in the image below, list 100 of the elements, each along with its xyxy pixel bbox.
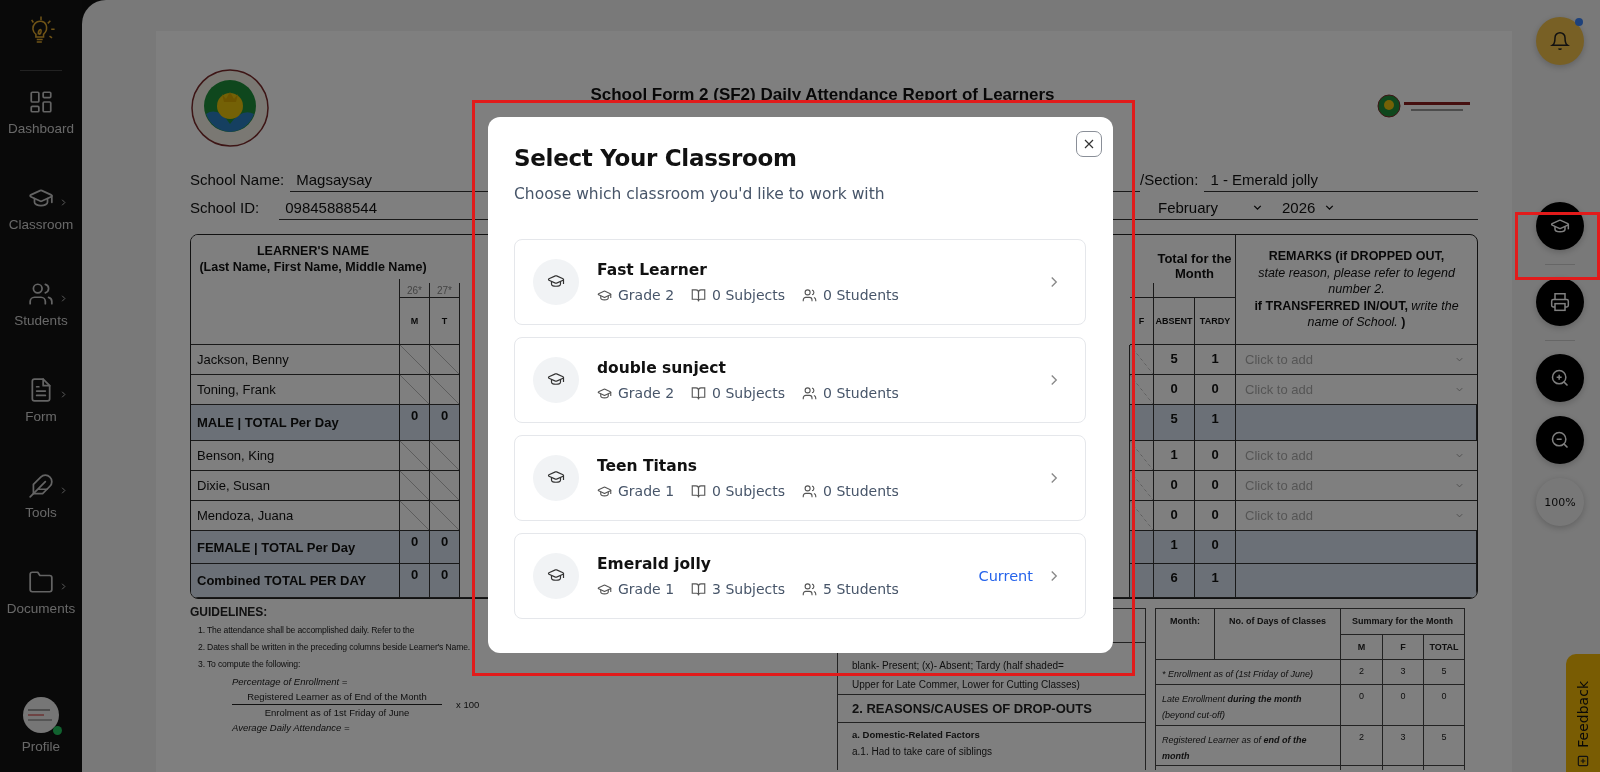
dialog-subtitle: Choose which classroom you'd like to work with	[514, 185, 886, 203]
students-count: 0 Students	[823, 287, 899, 303]
table-cell: 5	[1441, 666, 1447, 676]
feedback-tab[interactable]: Feedback	[1566, 654, 1600, 772]
print-button[interactable]	[1536, 278, 1584, 326]
total-count: 0	[440, 408, 449, 423]
absent-count: 1	[1170, 447, 1178, 462]
notification-button[interactable]	[1536, 17, 1584, 65]
absent-count: 0	[1170, 507, 1178, 522]
classroom-name: Teen Titans	[597, 457, 698, 475]
classroom-button[interactable]	[1536, 202, 1584, 250]
field-label: /Section:	[1140, 171, 1199, 190]
column-header: Summary for the Month	[1352, 616, 1453, 626]
learner-name: Dixie, Susan	[197, 478, 270, 493]
column-header: ABSENT	[1155, 316, 1193, 326]
classroom-card[interactable]: Emerald jolly Grade 1 3 Subjects 5 Students Current	[514, 533, 1086, 619]
learner-name: Mendoza, Juana	[197, 508, 294, 523]
classroom-card[interactable]: Fast Learner Grade 2 0 Subjects 0 Students	[514, 239, 1086, 325]
avatar	[23, 697, 59, 733]
tardy-count: 1	[1211, 411, 1219, 426]
table-cell: 3	[1400, 666, 1406, 676]
month-select[interactable]: February	[1148, 199, 1272, 219]
sidebar-icon	[28, 89, 54, 115]
fraction-numerator: Registered Learner as of End of the Month	[232, 691, 442, 705]
sidebar-item[interactable]: Form	[25, 369, 57, 465]
tardy-count: 1	[1211, 570, 1219, 585]
users-icon	[802, 581, 818, 597]
summary-label: Late Enrollment during the month (beyond cut-off)	[1162, 693, 1303, 722]
absent-count: 0	[1170, 381, 1178, 396]
guideline-text: 3. To compute the following:	[198, 659, 302, 669]
factor-item: a.1. Had to take care of siblings	[852, 746, 994, 757]
weekday-label: F	[1138, 316, 1145, 326]
field-label: School ID:	[190, 199, 260, 218]
total-count: 0	[410, 534, 419, 549]
column-header: TARDY	[1199, 316, 1231, 326]
subjects-count: 3 Subjects	[712, 581, 786, 597]
tardy-count: 0	[1211, 507, 1219, 522]
table-cell: 0	[1441, 691, 1447, 701]
graduation-cap-icon	[533, 259, 579, 305]
column-header: No. of Days of Classes	[1229, 616, 1326, 626]
section-title: 2. REASONS/CAUSES OF DROP-OUTS	[838, 694, 1145, 723]
book-icon	[691, 581, 707, 597]
total-count: 0	[440, 534, 449, 549]
total-count: 0	[440, 567, 449, 582]
classroom-card[interactable]: double sunject Grade 2 0 Subjects 0 Students	[514, 337, 1086, 423]
students-count: 0 Students	[823, 483, 899, 499]
legend-text: Upper for Late Commer, Lower for Cutting Classes)	[852, 678, 1081, 692]
profile-link[interactable]: Profile	[21, 697, 61, 754]
sidebar-item[interactable]: Documents	[6, 561, 76, 657]
current-label: Current	[978, 568, 1033, 584]
guideline-text: 2. Dates shall be written in the preceding columns beside Learner's Name.	[198, 642, 472, 652]
students-count: 5 Students	[823, 581, 899, 597]
grade-label: Grade 1	[618, 483, 675, 499]
formula-label: Average Daily Attendance =	[232, 722, 351, 733]
table-cell: 2	[1359, 732, 1364, 742]
users-icon	[802, 483, 818, 499]
close-button[interactable]	[1076, 131, 1102, 157]
zoom-out-button[interactable]	[1536, 416, 1584, 464]
zoom-out-icon	[1550, 430, 1570, 450]
classroom-card[interactable]: Teen Titans Grade 1 0 Subjects 0 Students	[514, 435, 1086, 521]
graduation-cap-icon	[597, 385, 612, 401]
legend-text: blank- Present; (x)- Absent; Tardy (half shaded=	[852, 659, 1065, 673]
formula-label: Percentage of Enrollment =	[232, 676, 349, 687]
absent-count: 5	[1170, 411, 1178, 426]
sidebar-item[interactable]: Dashboard	[7, 81, 74, 177]
classroom-name: Emerald jolly	[597, 555, 712, 573]
sidebar-item[interactable]: Students	[14, 273, 68, 369]
absent-count: 0	[1170, 477, 1178, 492]
date-label: 26*	[407, 284, 422, 296]
year-select[interactable]: 2026	[1272, 199, 1345, 219]
grade-label: Grade 1	[618, 581, 675, 597]
bell-icon	[1550, 31, 1570, 51]
table-cell: 5	[1441, 732, 1447, 742]
learner-name: Toning, Frank	[197, 382, 276, 397]
column-header: M	[1357, 642, 1366, 652]
sidebar-icon	[28, 377, 54, 403]
zoom-in-button[interactable]	[1536, 354, 1584, 402]
table-cell: 3	[1400, 732, 1406, 742]
multiplier-text: x 100	[456, 699, 480, 710]
zoom-level-button[interactable]: 100%	[1536, 478, 1584, 526]
dialog-title: Select Your Classroom	[514, 145, 798, 171]
sidebar-item[interactable]: Tools	[25, 465, 57, 561]
sidebar-icon	[28, 473, 54, 499]
learner-name: Benson, King	[197, 448, 275, 463]
total-count: 0	[410, 567, 419, 582]
column-header: REMARKS (if DROPPED OUT, state reason, please refer to legend number 2. if TRANSFERRED IN/OUT, write the name of School. )	[1254, 248, 1459, 331]
book-icon	[691, 287, 707, 303]
tardy-count: 0	[1211, 537, 1219, 552]
tardy-count: 0	[1211, 381, 1219, 396]
graduation-cap-icon	[533, 455, 579, 501]
fraction-denominator: Enrolment as of 1st Friday of June	[264, 706, 410, 718]
users-icon	[802, 385, 818, 401]
factor-title: a. Domestic-Related Factors	[852, 729, 981, 740]
students-count: 0 Students	[823, 385, 899, 401]
sidebar-item[interactable]: Classroom	[8, 177, 74, 273]
section-field[interactable]: 1 - Emerald jolly	[1204, 171, 1478, 192]
graduation-cap-icon	[597, 287, 612, 303]
classroom-name: double sunject	[597, 359, 727, 377]
graduation-cap-icon	[597, 483, 612, 499]
absent-count: 1	[1170, 537, 1178, 552]
